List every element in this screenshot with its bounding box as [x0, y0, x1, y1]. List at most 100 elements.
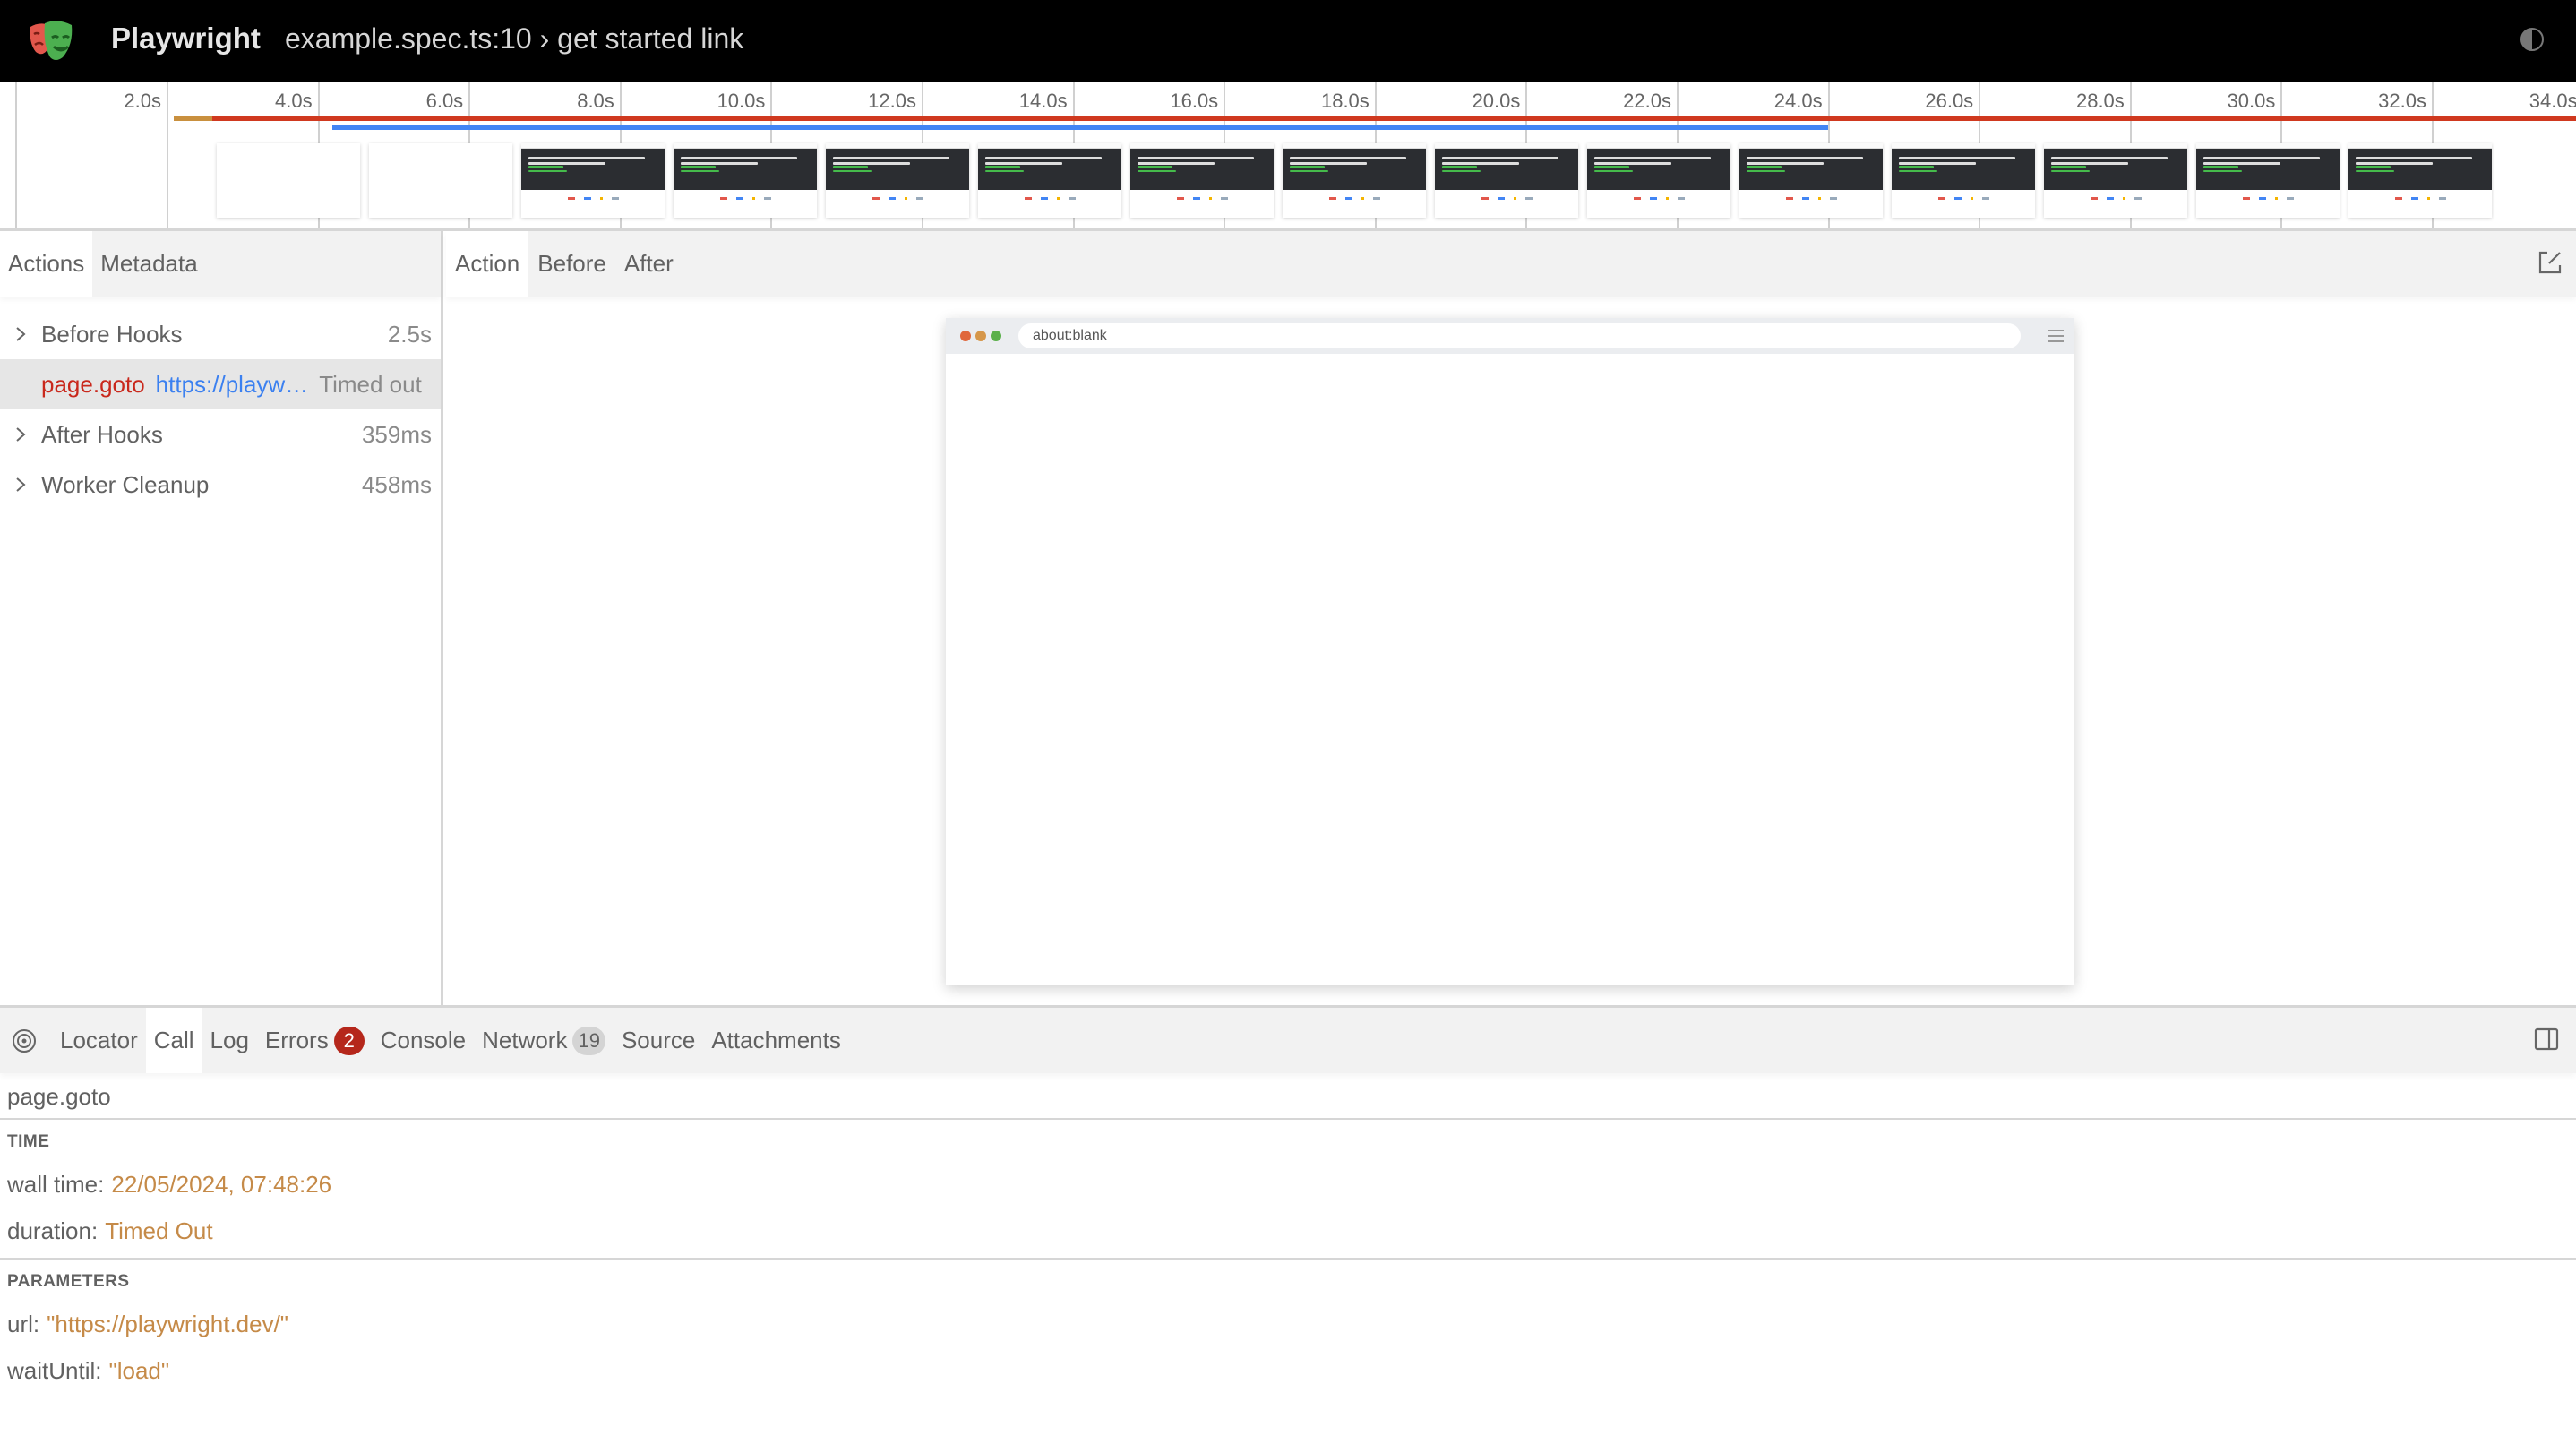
- pick-locator-icon[interactable]: [11, 1027, 38, 1054]
- app-header: Playwright example.spec.ts:10 › get star…: [0, 0, 2576, 82]
- timeline-tick-label: 32.0s: [2378, 90, 2426, 112]
- filmstrip-thumbnail[interactable]: [2044, 143, 2187, 218]
- window-close-dot: [960, 331, 971, 341]
- timeline-tick-label: 4.0s: [275, 90, 313, 112]
- wall-time-row: wall time: 22/05/2024, 07:48:26: [0, 1161, 2576, 1208]
- filmstrip-thumbnail[interactable]: [369, 143, 512, 218]
- tab-errors[interactable]: Errors 2: [257, 1008, 373, 1073]
- before-hooks-bar[interactable]: [174, 116, 212, 121]
- window-minimize-dot: [975, 331, 986, 341]
- timeline[interactable]: 2.0s 4.0s 6.0s 8.0s 10.0s 12.0s 14.0s 16.0s 18.0…: [0, 82, 2576, 231]
- playwright-logo-icon: [30, 21, 73, 60]
- timeline-tick-label: 2.0s: [124, 90, 161, 112]
- filmstrip-thumbnail[interactable]: [2348, 143, 2492, 218]
- filmstrip-thumbnail[interactable]: [1130, 143, 1274, 218]
- snapshot-tabbar: Action Before After: [446, 231, 2576, 297]
- filmstrip-thumbnail[interactable]: [217, 143, 360, 218]
- filmstrip-thumbnail[interactable]: [1739, 143, 1883, 218]
- timeline-tick-label: 22.0s: [1623, 90, 1671, 112]
- actions-panel: Actions Metadata Before Hooks 2.5s page.…: [0, 231, 443, 1005]
- details-tabbar: Locator Call Log Errors 2 Console Networ…: [0, 1008, 2576, 1073]
- tab-label: Network: [482, 1027, 568, 1053]
- call-method-title: page.goto: [0, 1073, 2576, 1120]
- snapshot-panel: Action Before After about:blank: [446, 231, 2576, 1005]
- filmstrip-thumbnail[interactable]: [521, 143, 665, 218]
- tab-console[interactable]: Console: [373, 1008, 474, 1073]
- browser-toolbar: about:blank: [946, 318, 2074, 354]
- tab-attachments[interactable]: Attachments: [703, 1008, 849, 1073]
- filmstrip-thumbnail[interactable]: [1892, 143, 2035, 218]
- errors-count-badge: 2: [333, 1026, 365, 1055]
- snapshot-viewport: [946, 354, 2074, 985]
- action-title: Worker Cleanup: [41, 470, 210, 498]
- param-key: url:: [7, 1311, 40, 1337]
- tab-action[interactable]: Action: [446, 231, 529, 297]
- timeline-tick-label: 20.0s: [1472, 90, 1521, 112]
- timeline-tick-label: 12.0s: [868, 90, 916, 112]
- timeline-tick-label: 26.0s: [1925, 90, 1974, 112]
- theme-toggle-icon[interactable]: [2520, 27, 2545, 52]
- action-method: page.goto: [41, 370, 145, 398]
- action-item-before-hooks[interactable]: Before Hooks 2.5s: [0, 309, 441, 359]
- filmstrip-thumbnail[interactable]: [674, 143, 817, 218]
- wall-time-value: 22/05/2024, 07:48:26: [111, 1171, 332, 1198]
- duration-row: duration: Timed Out: [0, 1208, 2576, 1254]
- snapshot-browser-frame: about:blank: [946, 318, 2074, 985]
- filmstrip-thumbnail[interactable]: [978, 143, 1121, 218]
- timeline-tick-label: 14.0s: [1018, 90, 1068, 112]
- action-item-page-goto[interactable]: page.goto https://playw… Timed out: [0, 359, 441, 409]
- duration-value: Timed Out: [105, 1217, 213, 1244]
- actions-tabbar: Actions Metadata: [0, 231, 441, 297]
- timeline-tick-label: 8.0s: [577, 90, 614, 112]
- filmstrip-thumbnail[interactable]: [1435, 143, 1578, 218]
- duration-label: duration:: [7, 1217, 99, 1244]
- tab-log[interactable]: Log: [202, 1008, 257, 1073]
- filmstrip-thumbnail[interactable]: [1283, 143, 1426, 218]
- action-title: Before Hooks: [41, 320, 183, 348]
- filmstrip-thumbnail[interactable]: [2196, 143, 2340, 218]
- chevron-right-icon[interactable]: [14, 325, 27, 343]
- timeline-edge: [15, 82, 17, 228]
- action-duration: 2.5s: [387, 320, 432, 348]
- timeline-tick-label: 28.0s: [2075, 90, 2125, 112]
- tab-after[interactable]: After: [615, 231, 683, 297]
- tab-actions[interactable]: Actions: [0, 231, 93, 297]
- tab-before[interactable]: Before: [528, 231, 615, 297]
- tab-call[interactable]: Call: [145, 1008, 202, 1073]
- action-item-after-hooks[interactable]: After Hooks 359ms: [0, 409, 441, 460]
- tab-source[interactable]: Source: [614, 1008, 703, 1073]
- test-bar[interactable]: [211, 116, 2576, 121]
- tab-locator[interactable]: Locator: [52, 1008, 146, 1073]
- action-url: https://playw…: [155, 370, 309, 398]
- timeline-tick-label: 6.0s: [425, 90, 464, 112]
- param-key: waitUntil:: [7, 1357, 102, 1384]
- toggle-sidebar-icon[interactable]: [2533, 1026, 2560, 1053]
- action-status: Timed out: [319, 370, 422, 398]
- time-section-header: TIME: [7, 1132, 50, 1151]
- chevron-right-icon[interactable]: [14, 426, 27, 443]
- tab-label: Errors: [264, 1027, 329, 1053]
- menu-icon: [2048, 330, 2064, 342]
- goto-bar[interactable]: [332, 125, 1828, 130]
- app-brand: Playwright: [111, 21, 261, 55]
- external-link-icon[interactable]: [2537, 249, 2563, 276]
- details-panel: Locator Call Log Errors 2 Console Networ…: [0, 1005, 2576, 1453]
- tab-metadata[interactable]: Metadata: [92, 231, 205, 297]
- timeline-tick-label: 34.0s: [2529, 90, 2576, 112]
- action-title: After Hooks: [41, 420, 163, 448]
- filmstrip-thumbnail[interactable]: [826, 143, 969, 218]
- action-duration: 458ms: [361, 470, 432, 498]
- test-title: example.spec.ts:10 › get started link: [285, 22, 744, 55]
- param-value: "load": [108, 1357, 170, 1384]
- filmstrip-thumbnail[interactable]: [1587, 143, 1730, 218]
- tab-network[interactable]: Network 19: [474, 1008, 614, 1073]
- window-maximize-dot: [991, 331, 1001, 341]
- parameters-section-header: PARAMETERS: [7, 1272, 130, 1291]
- address-bar: about:blank: [1018, 323, 2021, 348]
- chevron-right-icon[interactable]: [14, 476, 27, 494]
- timeline-gridline: [167, 82, 168, 228]
- action-item-worker-cleanup[interactable]: Worker Cleanup 458ms: [0, 460, 441, 510]
- timeline-tick-label: 24.0s: [1773, 90, 1823, 112]
- timeline-tick-label: 18.0s: [1320, 90, 1370, 112]
- param-row-waituntil: waitUntil: "load": [0, 1347, 2576, 1394]
